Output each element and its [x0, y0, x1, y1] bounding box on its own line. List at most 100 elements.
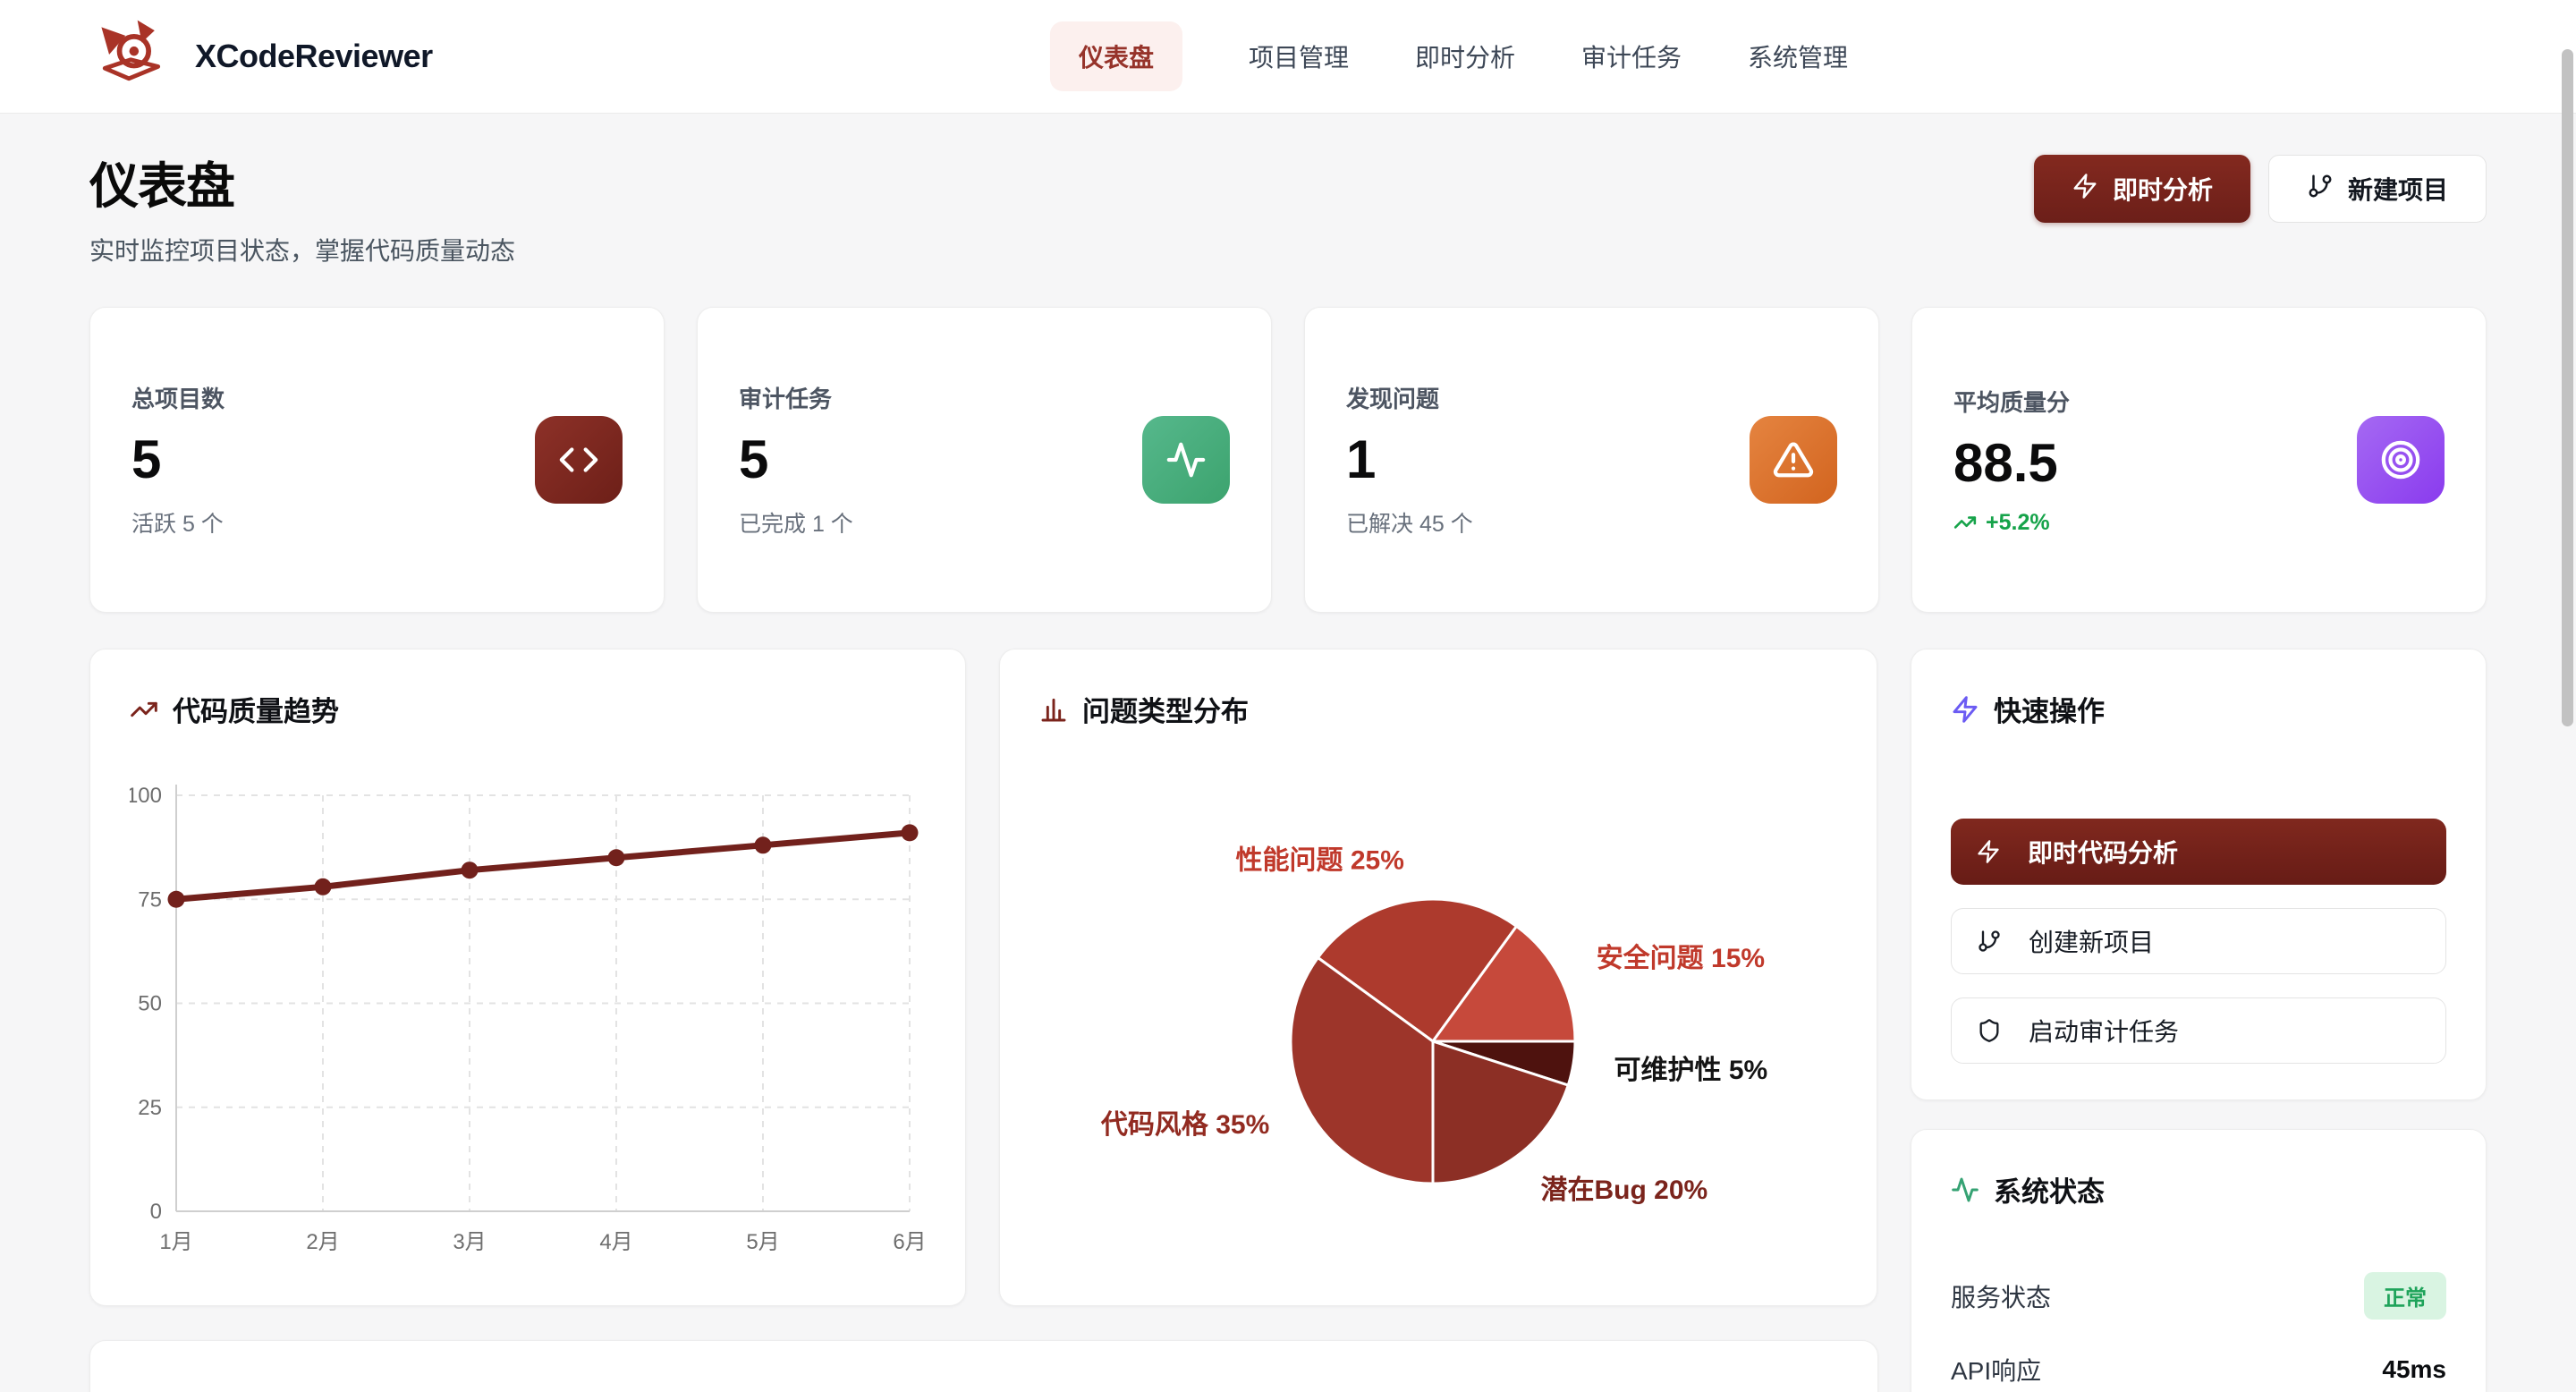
status-badge: 正常	[2364, 1272, 2446, 1320]
pie-slice-label: 性能问题 25%	[1236, 846, 1404, 876]
stats-row: 总项目数 5 活跃 5 个 审计任务 5 已完成 1 个	[89, 307, 2487, 613]
action-label: 创建新项目	[2029, 923, 2154, 959]
zap-icon	[2072, 173, 2098, 206]
zap-icon	[1951, 695, 1979, 724]
stat-label: 发现问题	[1346, 381, 1473, 414]
issue-distribution-pie-chart: 性能问题 25% 安全问题 15% 可维护性 5% 潜在Bug 20% 代码风格 35%	[1000, 649, 1877, 1306]
nav-menu: 仪表盘 项目管理 即时分析 审计任务 系统管理	[1050, 21, 1848, 91]
stat-trend-value: +5.2%	[1986, 510, 2050, 536]
new-project-label: 新建项目	[2348, 171, 2448, 207]
instant-analysis-label: 即时分析	[2113, 171, 2213, 207]
dashboard-page: XCodeReviewer 仪表盘项目管理即时分析审计任务系统管理 仪表盘 实时…	[0, 0, 2576, 1392]
nav-item-3[interactable]: 审计任务	[1581, 38, 1682, 74]
svg-text:2月: 2月	[306, 1230, 339, 1254]
stat-card-total-projects: 总项目数 5 活跃 5 个	[89, 307, 665, 613]
nav-item-2[interactable]: 即时分析	[1415, 38, 1515, 74]
project-overview-card: 项目概览	[89, 1340, 1878, 1392]
status-label: 服务状态	[1951, 1278, 2051, 1314]
quality-trend-card: 代码质量趋势 0 25 50 75 100 1月 2月 3月 4月 5月 6月	[89, 649, 966, 1306]
quick-actions-card: 快速操作 即时代码分析 创建新项目	[1911, 649, 2487, 1100]
quick-action-buttons: 即时代码分析 创建新项目 启动审计任务	[1951, 819, 2446, 1064]
stat-card-avg-quality: 平均质量分 88.5 +5.2%	[1911, 307, 2487, 613]
activity-icon	[1142, 416, 1230, 504]
quality-trend-line-chart: 0 25 50 75 100 1月 2月 3月 4月 5月 6月	[130, 760, 928, 1260]
pie-slice-label: 代码风格 35%	[1100, 1110, 1269, 1140]
svg-text:100: 100	[130, 784, 162, 808]
git-branch-icon	[2307, 173, 2334, 206]
svg-text:1月: 1月	[159, 1230, 192, 1254]
svg-text:75: 75	[138, 887, 162, 912]
quick-actions-title: 快速操作	[1994, 689, 2105, 729]
stat-sub: 已完成 1 个	[739, 506, 853, 539]
stat-card-audit-tasks: 审计任务 5 已完成 1 个	[697, 307, 1272, 613]
phoenix-logo-icon	[89, 13, 172, 100]
status-row-service: 服务状态 正常	[1951, 1272, 2446, 1320]
pie-slice-label: 潜在Bug 20%	[1541, 1176, 1708, 1205]
instant-code-analysis-button[interactable]: 即时代码分析	[1951, 819, 2446, 885]
target-icon	[2357, 416, 2445, 504]
stat-label: 审计任务	[739, 381, 853, 414]
charts-row: 代码质量趋势 0 25 50 75 100 1月 2月 3月 4月 5月 6月 问题类型分布 性能问…	[89, 649, 2487, 1306]
right-column: 快速操作 即时代码分析 创建新项目	[1911, 649, 2487, 1306]
stat-value: 88.5	[1953, 432, 2070, 494]
main-content: 仪表盘 实时监控项目状态，掌握代码质量动态 即时分析 新建项目	[0, 146, 2576, 1392]
vertical-scrollbar[interactable]	[2562, 49, 2573, 726]
instant-analysis-button[interactable]: 即时分析	[2034, 155, 2250, 223]
activity-icon	[1951, 1176, 1979, 1204]
svg-text:6月: 6月	[893, 1230, 926, 1254]
shield-icon	[1977, 1018, 2002, 1043]
system-status-card: 系统状态 服务状态 正常 API响应 45ms	[1911, 1129, 2487, 1392]
brand[interactable]: XCodeReviewer	[89, 13, 433, 100]
chart-title: 代码质量趋势	[173, 689, 339, 729]
stat-text: 发现问题 1 已解决 45 个	[1346, 381, 1473, 539]
svg-text:3月: 3月	[453, 1230, 486, 1254]
stat-label: 总项目数	[131, 381, 225, 414]
pie-slice-label: 可维护性 5%	[1614, 1056, 1768, 1085]
stat-value: 5	[131, 429, 225, 490]
stat-value: 5	[739, 429, 853, 490]
issue-distribution-card: 问题类型分布 性能问题 25% 安全问题 15% 可维护性 5% 潜在Bug 20% 代…	[999, 649, 1877, 1306]
page-header-text: 仪表盘 实时监控项目状态，掌握代码质量动态	[89, 146, 515, 267]
pie-slice-label: 安全问题 15%	[1597, 943, 1765, 973]
code-icon	[535, 416, 623, 504]
start-audit-button[interactable]: 启动审计任务	[1951, 997, 2446, 1064]
svg-text:50: 50	[138, 992, 162, 1016]
trending-up-icon	[130, 695, 158, 724]
chart-title: 问题类型分布	[1082, 689, 1249, 729]
action-label: 启动审计任务	[2029, 1013, 2179, 1048]
new-project-button[interactable]: 新建项目	[2268, 155, 2487, 223]
status-label: API响应	[1951, 1352, 2041, 1388]
page-header: 仪表盘 实时监控项目状态，掌握代码质量动态 即时分析 新建项目	[89, 146, 2487, 267]
svg-text:0: 0	[150, 1200, 162, 1224]
brand-name: XCodeReviewer	[195, 38, 433, 75]
status-rows: 服务状态 正常 API响应 45ms	[1951, 1272, 2446, 1388]
svg-text:25: 25	[138, 1096, 162, 1120]
svg-text:5月: 5月	[746, 1230, 779, 1254]
action-label: 即时代码分析	[2028, 834, 2178, 870]
alert-triangle-icon	[1750, 416, 1837, 504]
stat-text: 平均质量分 88.5 +5.2%	[1953, 385, 2070, 536]
status-value: 45ms	[2382, 1355, 2446, 1384]
zap-icon	[1976, 839, 2001, 864]
stat-sub: 已解决 45 个	[1346, 506, 1473, 539]
stat-trend: +5.2%	[1953, 510, 2070, 536]
stat-card-issues-found: 发现问题 1 已解决 45 个	[1304, 307, 1879, 613]
stat-text: 总项目数 5 活跃 5 个	[131, 381, 225, 539]
header-buttons: 即时分析 新建项目	[2034, 155, 2487, 267]
stat-text: 审计任务 5 已完成 1 个	[739, 381, 853, 539]
navbar: XCodeReviewer 仪表盘 项目管理 即时分析 审计任务 系统管理	[0, 0, 2576, 114]
trending-up-icon	[1953, 511, 1977, 534]
git-branch-icon	[1977, 929, 2002, 954]
nav-item-1[interactable]: 项目管理	[1249, 38, 1349, 74]
create-project-button[interactable]: 创建新项目	[1951, 908, 2446, 974]
bar-chart-icon	[1039, 695, 1068, 724]
nav-item-4[interactable]: 系统管理	[1748, 38, 1848, 74]
status-row-api: API响应 45ms	[1951, 1352, 2446, 1388]
stat-label: 平均质量分	[1953, 385, 2070, 418]
stat-value: 1	[1346, 429, 1473, 490]
stat-sub: 活跃 5 个	[131, 506, 225, 539]
nav-item-0[interactable]: 仪表盘	[1050, 21, 1182, 91]
page-title: 仪表盘	[89, 146, 515, 217]
page-subtitle: 实时监控项目状态，掌握代码质量动态	[89, 232, 515, 267]
svg-text:4月: 4月	[599, 1230, 632, 1254]
